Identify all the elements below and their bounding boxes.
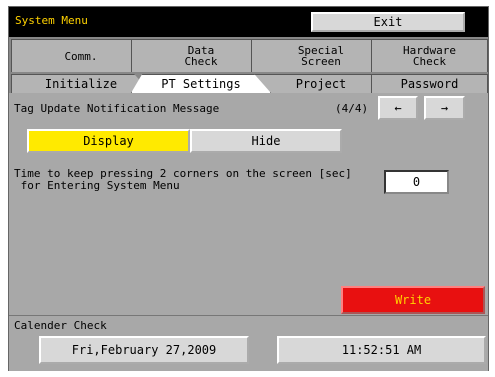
tab-comm[interactable]: Comm. [11,39,151,72]
exit-button[interactable]: Exit [311,12,465,32]
tab-row-bottom: Initialize Project Password PT Settings [9,72,488,93]
corner-press-label-2: for Entering System Menu [14,179,180,192]
tab-pt-settings[interactable]: PT Settings [131,74,271,93]
system-menu-window: System Menu Exit Comm. Data Check Specia… [8,6,489,371]
tab-label: Special Screen [297,44,345,68]
time-button[interactable]: 11:52:51 AM [277,336,486,364]
tab-label: Project [295,76,347,91]
display-button[interactable]: Display [27,129,190,153]
tab-password[interactable]: Password [371,74,488,93]
title-bar: System Menu Exit [9,7,488,37]
tab-label: Password [400,76,459,91]
tab-label: PT Settings [161,76,241,91]
date-button[interactable]: Fri,February 27,2009 [39,336,249,364]
calendar-check-label: Calender Check [14,319,107,332]
tab-row-top: Comm. Data Check Special Screen Hardware… [9,37,488,72]
tab-label: Data Check [184,44,218,68]
tab-data-check[interactable]: Data Check [131,39,271,72]
pt-settings-panel: Tag Update Notification Message (4/4) ← … [9,93,488,315]
calendar-section: Calender Check Fri,February 27,2009 11:5… [9,315,488,371]
tab-label: Initialize [44,76,118,91]
page-indicator: (4/4) [335,102,369,115]
tab-label: Comm. [64,49,98,63]
prev-button[interactable]: ← [378,96,418,120]
hide-button[interactable]: Hide [190,129,342,153]
tab-special-screen[interactable]: Special Screen [251,39,391,72]
tab-initialize[interactable]: Initialize [11,74,151,93]
tab-label: Hardware Check [403,44,456,68]
write-button[interactable]: Write [341,286,485,314]
tag-update-label: Tag Update Notification Message [14,102,220,115]
next-button[interactable]: → [424,96,465,120]
tab-hardware-check[interactable]: Hardware Check [371,39,488,72]
window-title: System Menu [15,14,88,27]
tab-project[interactable]: Project [251,74,391,93]
corner-press-seconds-input[interactable]: 0 [384,170,449,194]
